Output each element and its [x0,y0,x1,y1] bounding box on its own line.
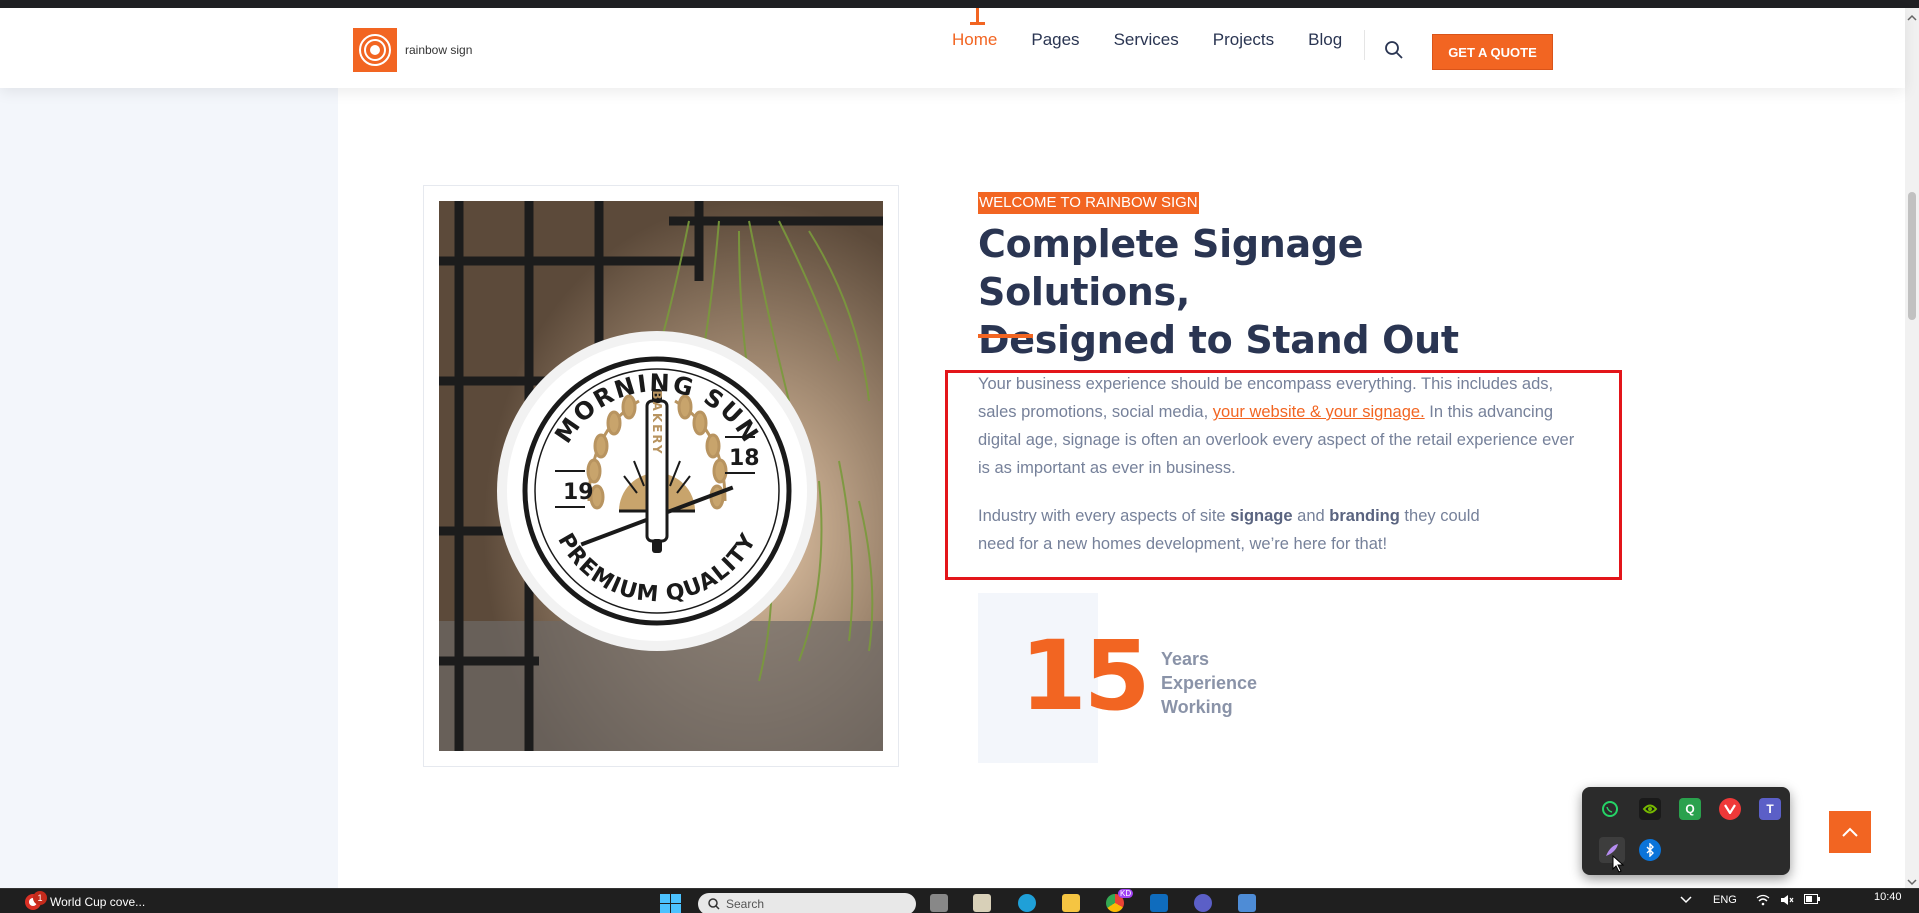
para2-bold-signage: signage [1230,507,1293,525]
wifi-icon[interactable] [1756,894,1770,909]
page-scrollbar[interactable] [1905,8,1919,888]
browser-top-strip [0,0,1919,8]
bakery-sign-photo: MORNING SUN PREMIUM QUALITY 19 18 BAKERY [439,201,883,751]
volume-muted-icon[interactable] [1780,894,1794,909]
para2-text-1: Industry with every aspects of site [978,507,1231,525]
chrome-profile-badge: KD [1118,889,1134,898]
windows-start-icon[interactable] [660,894,681,913]
notepad-icon[interactable] [973,894,991,912]
nav-projects[interactable]: Projects [1213,30,1274,50]
search-icon [708,898,720,910]
outlook-icon[interactable] [1150,894,1168,912]
tray-chevron-icon[interactable] [1680,894,1692,907]
system-tray-overflow-popup: Q T [1582,787,1790,875]
clock-time[interactable]: 10:40 [1874,891,1902,903]
experience-label: Years Experience Working [1161,647,1257,719]
main-nav: Home Pages Services Projects Blog [952,30,1342,50]
section-eyebrow: WELCOME TO RAINBOW SIGN [978,192,1199,214]
back-to-top-button[interactable] [1829,811,1871,853]
language-indicator[interactable]: ENG [1713,894,1737,906]
taskbar-search-placeholder: Search [726,897,765,911]
sign-left-number: 19 [563,480,594,505]
taskbar-app-badge: 1 [33,891,47,905]
experience-label-working: Working [1161,697,1233,717]
scroll-down-icon[interactable] [1907,874,1917,886]
sign-center-text: BAKERY [650,390,664,455]
nav-services[interactable]: Services [1114,30,1179,50]
nav-home[interactable]: Home [952,30,997,50]
task-view-icon[interactable] [930,894,948,912]
experience-label-experience: Experience [1161,673,1258,693]
logo-text: rainbow sign [405,43,473,57]
search-icon[interactable] [1384,40,1404,60]
about-paragraph-1: Your business experience should be encom… [978,370,1578,482]
left-background-panel [0,88,338,888]
vivaldi-icon[interactable] [1719,798,1741,820]
taskbar-app-label: World Cup cove... [50,895,146,909]
windows-taskbar: World Cup cove... 1 Search KD ENG 10:40 [0,888,1919,913]
battery-icon[interactable] [1804,894,1820,907]
image-frame: MORNING SUN PREMIUM QUALITY 19 18 BAKERY [423,185,899,767]
site-logo[interactable]: rainbow sign [353,28,472,72]
file-explorer-icon[interactable] [1062,894,1080,912]
chevron-up-icon [1842,827,1858,837]
nav-active-marker [970,8,985,25]
headline-line-1: Complete Signage Solutions, [978,222,1364,314]
nav-pages[interactable]: Pages [1031,30,1079,50]
scroll-up-icon[interactable] [1907,10,1917,21]
q-app-icon[interactable]: Q [1679,798,1701,820]
mouse-cursor-icon [1612,855,1625,873]
taskbar-search-box[interactable]: Search [698,893,916,913]
teams-icon[interactable]: T [1759,798,1781,820]
nav-blog[interactable]: Blog [1308,30,1342,50]
logo-mark-icon [353,28,397,72]
section-headline: Complete Signage Solutions, Designed to … [978,220,1538,364]
para2-bold-branding: branding [1329,507,1400,525]
experience-label-years: Years [1161,649,1210,669]
experience-number: 15 [1020,620,1151,732]
website-signage-link[interactable]: your website & your signage. [1213,403,1425,421]
nav-divider [1364,30,1365,60]
scrollbar-thumb[interactable] [1908,192,1916,320]
get-a-quote-button[interactable]: GET A QUOTE [1432,34,1553,70]
edge-icon[interactable] [1018,894,1036,912]
para2-text-2: and [1292,507,1330,525]
bluetooth-icon[interactable] [1639,839,1661,861]
headline-underline [978,334,1033,338]
sign-right-number: 18 [729,446,760,471]
whatsapp-icon[interactable] [1599,798,1621,820]
nvidia-icon[interactable] [1639,798,1661,820]
calendar-app-icon[interactable] [1238,894,1256,912]
teams-taskbar-icon[interactable] [1194,894,1212,912]
about-paragraph-2: Industry with every aspects of site sign… [978,502,1518,558]
headline-line-2: Designed to Stand Out [978,318,1459,362]
